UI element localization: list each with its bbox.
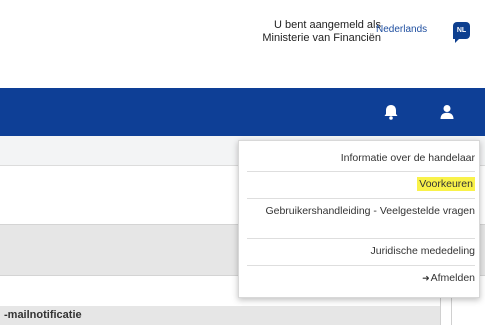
login-info: U bent aangemeld als Ministerie van Fina…: [201, 19, 381, 45]
menu-item-label: Afmelden: [430, 272, 475, 284]
menu-divider: [247, 265, 475, 266]
menu-item-trader-info[interactable]: Informatie over de handelaar: [247, 152, 475, 165]
user-menu-dropdown: Informatie over de handelaar Voorkeuren …: [238, 140, 480, 298]
menu-item-label: Voorkeuren: [417, 177, 475, 191]
language-selector-link[interactable]: Nederlands: [376, 24, 427, 35]
menu-item-label: Gebruikershandleiding - Veelgestelde vra…: [265, 205, 475, 217]
menu-divider: [247, 198, 475, 199]
menu-item-label: Juridische mededeling: [370, 245, 475, 257]
menu-divider: [247, 171, 475, 172]
menu-item-user-guide[interactable]: Gebruikershandleiding - Veelgestelde vra…: [247, 205, 475, 218]
login-line-1: U bent aangemeld als: [273, 19, 381, 31]
login-line-2: Ministerie van Financiën: [262, 32, 381, 44]
email-notification-label: -mailnotificatie: [4, 309, 82, 321]
email-notification-row: -mailnotificatie: [0, 306, 440, 325]
bell-icon[interactable]: [381, 102, 401, 122]
user-icon[interactable]: [437, 102, 457, 122]
menu-item-preferences[interactable]: Voorkeuren: [247, 177, 475, 191]
menu-item-label: Informatie over de handelaar: [340, 152, 475, 164]
menu-divider: [247, 238, 475, 239]
logout-icon: ➜: [422, 273, 430, 283]
top-header: U bent aangemeld als Ministerie van Fina…: [0, 0, 485, 88]
menu-item-logout[interactable]: ➜Afmelden: [247, 272, 475, 285]
language-badge-icon[interactable]: NL: [453, 22, 470, 43]
menu-item-legal-notice[interactable]: Juridische mededeling: [247, 245, 475, 258]
main-navbar: [0, 88, 485, 136]
